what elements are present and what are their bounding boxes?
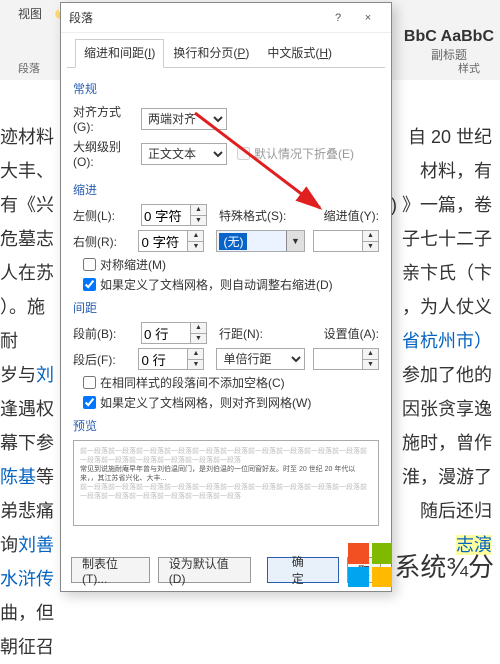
- spin-up-icon[interactable]: ▲: [362, 231, 378, 242]
- nospace-same-style-checkbox[interactable]: [83, 376, 96, 389]
- paragraph-dialog: 段落 ? × 缩进和间距(I) 换行和分页(P) 中文版式(H) 常规 对齐方式…: [60, 2, 392, 592]
- ribbon-tab-view[interactable]: 视图: [18, 5, 42, 22]
- collapse-label: 默认情况下折叠(E): [254, 145, 354, 162]
- watermark-logo: 系统¾分: [348, 543, 494, 587]
- alignment-label: 对齐方式(G):: [73, 103, 137, 134]
- set-at-spinner[interactable]: ▲▼: [313, 348, 379, 370]
- special-format-select[interactable]: (无) ▼: [216, 230, 305, 252]
- tab-indent-spacing[interactable]: 缩进和间距(I): [75, 39, 164, 68]
- spin-up-icon[interactable]: ▲: [362, 349, 378, 360]
- help-button[interactable]: ?: [323, 5, 353, 31]
- set-default-button[interactable]: 设为默认值(D): [158, 557, 251, 583]
- style-gallery-item[interactable]: BbC AaBbC 副标题: [404, 28, 494, 63]
- space-after-label: 段后(F):: [73, 351, 134, 368]
- spin-down-icon[interactable]: ▼: [187, 242, 203, 252]
- group-general: 常规: [73, 80, 379, 97]
- ok-button[interactable]: 确定: [267, 557, 339, 583]
- collapse-checkbox: [237, 147, 250, 160]
- close-button[interactable]: ×: [353, 5, 383, 31]
- snap-grid-label: 如果定义了文档网格，则对齐到网格(W): [100, 394, 311, 411]
- line-spacing-label: 行距(N):: [219, 325, 291, 342]
- space-after-spinner[interactable]: ▲▼: [138, 348, 204, 370]
- tabs-button[interactable]: 制表位(T)...: [71, 557, 150, 583]
- indent-by-label: 缩进值(Y):: [324, 207, 379, 224]
- outline-level-label: 大纲级别(O):: [73, 138, 137, 169]
- watermark-text: 系统¾分: [394, 547, 494, 584]
- indent-right-label: 右侧(R):: [73, 233, 134, 250]
- space-before-spinner[interactable]: ▲▼: [141, 322, 207, 344]
- spin-down-icon[interactable]: ▼: [362, 360, 378, 370]
- auto-indent-label: 如果定义了文档网格，则自动调整右缩进(D): [100, 276, 333, 293]
- dialog-title: 段落: [69, 9, 323, 26]
- group-preview: 预览: [73, 417, 379, 434]
- indent-right-spinner[interactable]: ▲▼: [138, 230, 204, 252]
- spin-down-icon[interactable]: ▼: [187, 360, 203, 370]
- chevron-down-icon[interactable]: ▼: [286, 231, 304, 251]
- spin-up-icon[interactable]: ▲: [187, 231, 203, 242]
- spin-down-icon[interactable]: ▼: [190, 334, 206, 344]
- snap-grid-checkbox[interactable]: [83, 396, 96, 409]
- space-before-label: 段前(B):: [73, 325, 137, 342]
- nospace-same-style-label: 在相同样式的段落间不添加空格(C): [100, 374, 285, 391]
- alignment-select[interactable]: 两端对齐: [141, 108, 227, 130]
- ribbon-group-styles: 样式: [458, 60, 480, 76]
- spin-up-icon[interactable]: ▲: [190, 205, 206, 216]
- tab-line-page-breaks[interactable]: 换行和分页(P): [164, 39, 258, 68]
- auto-indent-checkbox[interactable]: [83, 278, 96, 291]
- dialog-tabs: 缩进和间距(I) 换行和分页(P) 中文版式(H): [67, 37, 385, 68]
- indent-left-label: 左侧(L):: [73, 207, 137, 224]
- windows-icon: [348, 543, 392, 587]
- spin-down-icon[interactable]: ▼: [190, 216, 206, 226]
- indent-by-spinner[interactable]: ▲▼: [313, 230, 379, 252]
- spin-up-icon[interactable]: ▲: [187, 349, 203, 360]
- outline-level-select[interactable]: 正文文本: [141, 143, 227, 165]
- line-spacing-select[interactable]: 单倍行距: [216, 348, 305, 370]
- indent-left-spinner[interactable]: ▲▼: [141, 204, 207, 226]
- spin-down-icon[interactable]: ▼: [362, 242, 378, 252]
- set-at-label: 设置值(A):: [324, 325, 379, 342]
- dialog-titlebar[interactable]: 段落 ? ×: [61, 3, 391, 33]
- dialog-footer: 制表位(T)... 设为默认值(D) 确定 取: [61, 549, 391, 591]
- mirror-indent-label: 对称缩进(M): [100, 256, 166, 273]
- special-format-label: 特殊格式(S):: [219, 207, 291, 224]
- group-spacing: 间距: [73, 299, 379, 316]
- tab-asian-typography[interactable]: 中文版式(H): [258, 39, 341, 68]
- spin-up-icon[interactable]: ▲: [190, 323, 206, 334]
- mirror-indent-checkbox[interactable]: [83, 258, 96, 271]
- group-indent: 缩进: [73, 181, 379, 198]
- ribbon-group-paragraph: 段落: [18, 60, 40, 76]
- document-body-left: 迹材料 大丰、 有《兴 危墓志 人在苏 ）。施耐 岁与刘 逢遇权 幕下参 陈基等…: [0, 120, 58, 664]
- preview-box: 前一段落前一段落前一段落前一段落前一段落前一段落前一段落前一段落前一段落前一段落…: [73, 440, 379, 526]
